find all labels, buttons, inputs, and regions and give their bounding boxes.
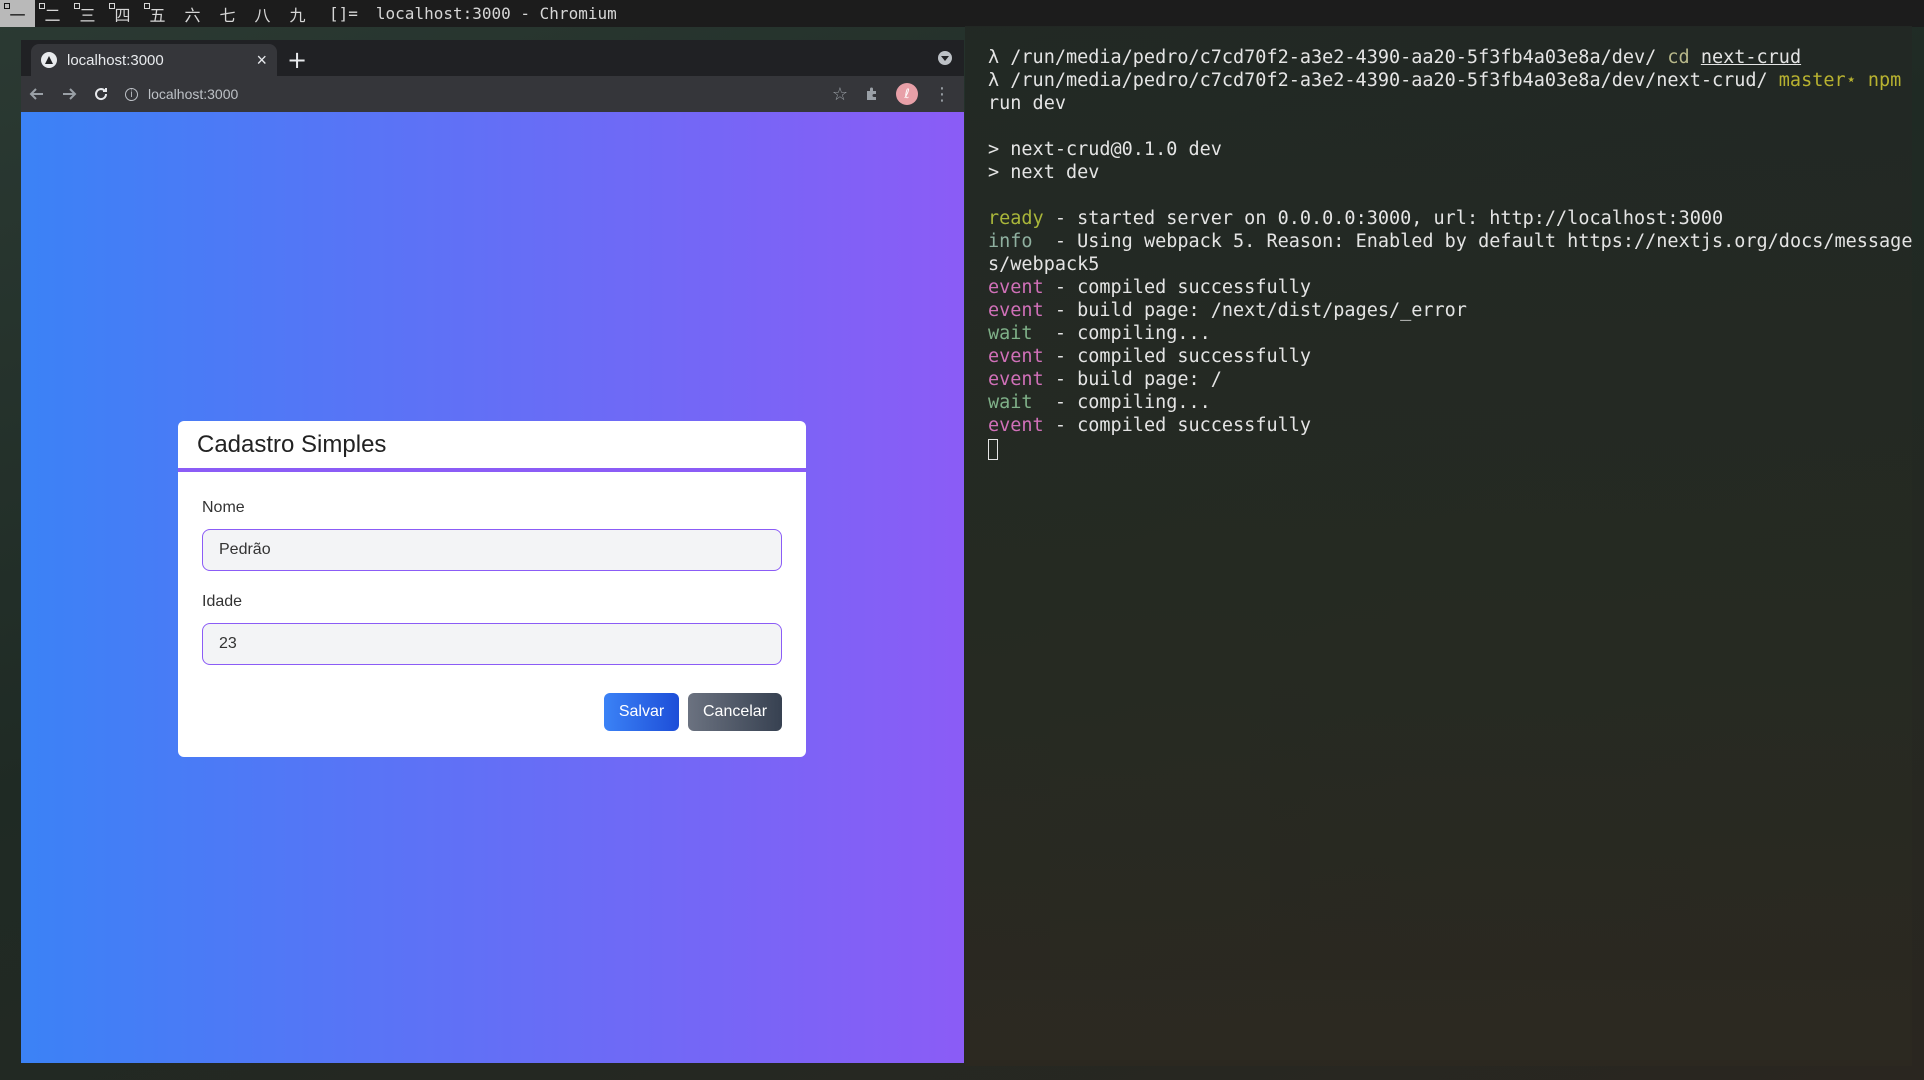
browser-tab[interactable]: localhost:3000 × <box>31 44 277 76</box>
window-title: localhost:3000 - Chromium <box>375 4 617 23</box>
idade-label: Idade <box>202 593 243 610</box>
browser-toolbar: i localhost:3000 ☆ ℓ ⋮ <box>21 76 964 112</box>
workspace-7[interactable]: 七 <box>210 0 245 27</box>
workspace-label: 五 <box>149 5 166 25</box>
cancel-button[interactable]: Cancelar <box>688 693 782 731</box>
site-info-icon[interactable]: i <box>125 87 138 101</box>
log-line: ready - started server on 0.0.0.0:3000, … <box>988 207 1902 230</box>
workspace-6[interactable]: 六 <box>175 0 210 27</box>
menu-kebab-icon[interactable]: ⋮ <box>926 78 958 110</box>
new-tab-button[interactable]: + <box>283 46 311 74</box>
log-key: info <box>988 231 1033 252</box>
log-line: wait - compiling... <box>988 391 1902 414</box>
terminal-cursor <box>988 438 998 460</box>
back-icon[interactable] <box>21 78 53 110</box>
workspace-5[interactable]: 五 <box>140 0 175 27</box>
workspace-1[interactable]: 一 <box>0 0 35 27</box>
form-card: Cadastro Simples Nome Pedrão Idade 23 Sa… <box>178 421 806 757</box>
log-line: event - build page: /next/dist/pages/_er… <box>988 299 1902 322</box>
log-text: s/webpack5 <box>988 254 1100 275</box>
workspace-8[interactable]: 八 <box>245 0 280 27</box>
log-text: - compiled successfully <box>1043 415 1312 436</box>
address-bar[interactable]: i localhost:3000 <box>125 79 805 109</box>
nextjs-favicon-icon <box>41 52 57 68</box>
prompt-path: λ /run/media/pedro/c7cd70f2-a3e2-4390-aa… <box>988 70 1779 91</box>
workspace-label: 七 <box>219 5 236 25</box>
terminal-window[interactable]: λ /run/media/pedro/c7cd70f2-a3e2-4390-aa… <box>965 26 1912 1066</box>
reload-icon[interactable] <box>85 78 117 110</box>
log-key: event <box>988 300 1044 321</box>
window-manager-bar: 一 二 三 四 五 六 七 八 九 []= localhost:3000 - C… <box>0 0 1924 27</box>
page-viewport: Cadastro Simples Nome Pedrão Idade 23 Sa… <box>21 112 964 1063</box>
log-key: event <box>988 415 1044 436</box>
workspace-label: 二 <box>44 5 61 25</box>
form-title: Cadastro Simples <box>178 421 806 472</box>
bookmark-star-icon[interactable]: ☆ <box>824 78 856 110</box>
workspace-label: 八 <box>254 5 271 25</box>
tab-close-icon[interactable]: × <box>256 50 267 71</box>
forward-icon[interactable] <box>53 78 85 110</box>
workspace-3[interactable]: 三 <box>70 0 105 27</box>
log-text: - started server on 0.0.0.0:3000, url: h… <box>1043 208 1724 229</box>
log-text: - build page: /next/dist/pages/_error <box>1043 300 1467 321</box>
profile-avatar[interactable]: ℓ <box>896 83 918 105</box>
extensions-icon[interactable] <box>856 78 888 110</box>
log-line: event - compiled successfully <box>988 276 1902 299</box>
nome-input[interactable]: Pedrão <box>202 529 782 571</box>
nome-label: Nome <box>202 499 245 516</box>
workspace-label: 四 <box>114 5 131 25</box>
layout-indicator[interactable]: []= <box>329 4 358 23</box>
log-text: - compiled successfully <box>1043 346 1312 367</box>
workspace-2[interactable]: 二 <box>35 0 70 27</box>
log-line: s/webpack5 <box>988 253 1902 276</box>
log-line: wait - compiling... <box>988 322 1902 345</box>
git-branch: master⋆ <box>1778 70 1857 91</box>
log-text: - Using webpack 5. Reason: Enabled by de… <box>1032 231 1913 252</box>
log-line: event - build page: / <box>988 368 1902 391</box>
terminal-line: λ /run/media/pedro/c7cd70f2-a3e2-4390-aa… <box>988 69 1902 92</box>
workspace-label: 一 <box>9 5 26 25</box>
save-button[interactable]: Salvar <box>604 693 679 731</box>
idade-input[interactable]: 23 <box>202 623 782 665</box>
log-line: event - compiled successfully <box>988 345 1902 368</box>
tab-search-icon[interactable] <box>938 51 952 65</box>
tab-title: localhost:3000 <box>67 51 164 69</box>
workspace-9[interactable]: 九 <box>280 0 315 27</box>
log-text: - compiling... <box>1032 392 1211 413</box>
log-text: - compiling... <box>1032 323 1211 344</box>
tab-strip: localhost:3000 × + <box>21 40 964 76</box>
terminal-line: run dev <box>988 93 1066 114</box>
log-line: info - Using webpack 5. Reason: Enabled … <box>988 230 1912 253</box>
log-key: event <box>988 369 1044 390</box>
workspace-4[interactable]: 四 <box>105 0 140 27</box>
log-key: wait <box>988 323 1033 344</box>
terminal-prompt-line <box>988 437 1902 460</box>
address-url: localhost:3000 <box>148 86 239 102</box>
workspace-label: 九 <box>289 5 306 25</box>
prompt-path: λ /run/media/pedro/c7cd70f2-a3e2-4390-aa… <box>988 47 1668 68</box>
toolbar-actions: ☆ ℓ ⋮ <box>824 78 964 110</box>
command: cd <box>1667 47 1690 68</box>
log-text: - build page: / <box>1043 369 1222 390</box>
log-key: event <box>988 346 1044 367</box>
log-text: - compiled successfully <box>1043 277 1312 298</box>
command-arg: next-crud <box>1700 47 1802 68</box>
log-key: event <box>988 277 1044 298</box>
log-key: wait <box>988 392 1033 413</box>
terminal-line: > next dev <box>988 162 1100 183</box>
command: npm <box>1867 70 1902 91</box>
log-line: event - compiled successfully <box>988 414 1902 437</box>
log-key: ready <box>988 208 1044 229</box>
workspace-label: 三 <box>79 5 96 25</box>
terminal-line: > next-crud@0.1.0 dev <box>988 139 1222 160</box>
workspace-label: 六 <box>184 5 201 25</box>
terminal-line: λ /run/media/pedro/c7cd70f2-a3e2-4390-aa… <box>988 46 1902 69</box>
browser-window: localhost:3000 × + i localhost:3000 ☆ ℓ … <box>21 40 964 1063</box>
